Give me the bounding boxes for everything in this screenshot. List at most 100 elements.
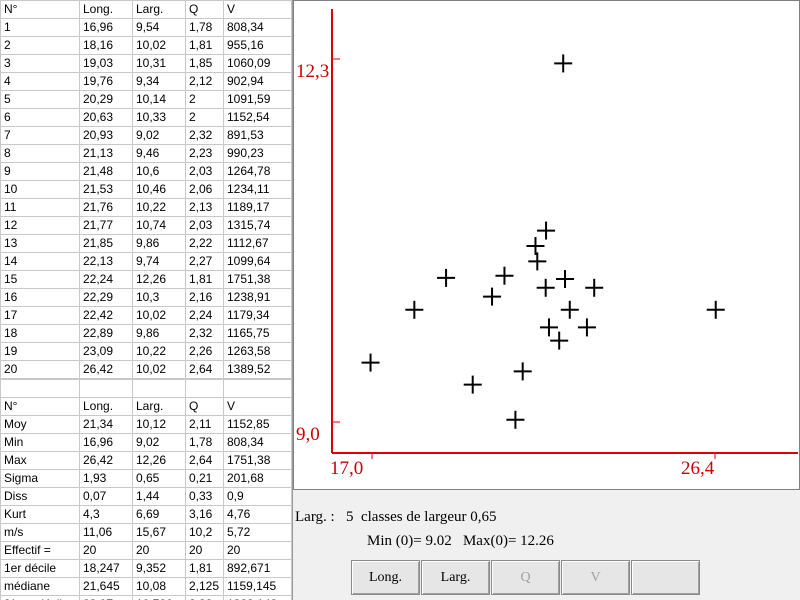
table-cell[interactable]: Effectif = [0, 541, 80, 560]
table-cell[interactable]: 9,86 [132, 234, 186, 253]
blank-button[interactable] [631, 560, 700, 595]
table-cell[interactable]: 9,02 [132, 433, 186, 452]
table-cell[interactable]: 10,46 [132, 180, 186, 199]
table-cell[interactable]: 10,02 [132, 306, 186, 325]
table-cell[interactable]: 1er décile [0, 559, 80, 578]
table-row[interactable]: 7 20,93 9,02 2,32 891,53 [0, 126, 292, 145]
table-row[interactable]: 2 18,16 10,02 1,81 955,16 [0, 36, 292, 55]
table-row[interactable]: 18 22,89 9,86 2,32 1165,75 [0, 324, 292, 343]
individuals-table[interactable]: N° Long. Larg. Q V 1 16,96 9,54 1,78 808,34 2 18,16… [0, 0, 292, 379]
table-cell[interactable]: 21,53 [79, 180, 133, 199]
long-button[interactable]: Long. [351, 560, 420, 595]
table-cell[interactable]: 2,64 [185, 360, 224, 379]
table-cell[interactable]: 1165,75 [223, 324, 292, 343]
table-cell[interactable]: 2,11 [185, 415, 224, 434]
table-cell[interactable]: 2,06 [185, 180, 224, 199]
table-cell[interactable]: 22,42 [79, 306, 133, 325]
table-cell[interactable]: 10,31 [132, 54, 186, 73]
table-cell[interactable]: 2 [185, 90, 224, 109]
table-cell[interactable]: 990,23 [223, 144, 292, 163]
table-cell[interactable]: 2,24 [185, 306, 224, 325]
table-row[interactable]: Kurt 4,3 6,69 3,16 4,76 [0, 505, 292, 524]
table-row[interactable]: 5 20,29 10,14 2 1091,59 [0, 90, 292, 109]
table-cell[interactable]: 10 [0, 180, 80, 199]
table-cell[interactable]: 892,671 [223, 559, 292, 578]
table-cell[interactable]: 3,16 [185, 505, 224, 524]
table-cell[interactable]: 0,9 [223, 487, 292, 506]
table-row[interactable]: Sigma 1,93 0,65 0,21 201,68 [0, 469, 292, 488]
table-cell[interactable]: 2 [0, 36, 80, 55]
table-cell[interactable]: médiane [0, 577, 80, 596]
table-cell[interactable]: 1159,145 [223, 577, 292, 596]
table-cell[interactable]: Diss [0, 487, 80, 506]
table-cell[interactable]: 20 [223, 541, 292, 560]
table-row[interactable]: 19 23,09 10,22 2,26 1263,58 [0, 342, 292, 361]
table-row[interactable]: 14 22,13 9,74 2,27 1099,64 [0, 252, 292, 271]
table-cell[interactable]: 12,26 [132, 451, 186, 470]
table-cell[interactable]: 9,352 [132, 559, 186, 578]
table-cell[interactable]: 16 [0, 288, 80, 307]
table-cell[interactable]: 19,76 [79, 72, 133, 91]
table-cell[interactable]: 21,77 [79, 216, 133, 235]
table-cell[interactable]: 0,33 [185, 487, 224, 506]
table-row[interactable]: 13 21,85 9,86 2,22 1112,67 [0, 234, 292, 253]
table-cell[interactable]: 26,42 [79, 360, 133, 379]
table-cell[interactable]: 18,16 [79, 36, 133, 55]
table-row[interactable]: 9ème décile23,0710,7262,321382,142 [0, 595, 292, 600]
table-row[interactable]: 12 21,77 10,74 2,03 1315,74 [0, 216, 292, 235]
table-cell[interactable]: 10,08 [132, 577, 186, 596]
table-cell[interactable]: 10,02 [132, 360, 186, 379]
larg-button[interactable]: Larg. [421, 560, 490, 595]
table-cell[interactable]: 0,65 [132, 469, 186, 488]
table-cell[interactable]: Sigma [0, 469, 80, 488]
table-cell[interactable]: 1238,91 [223, 288, 292, 307]
table-cell[interactable]: 10,14 [132, 90, 186, 109]
table-cell[interactable]: 18,247 [79, 559, 133, 578]
table-cell[interactable]: 1,78 [185, 18, 224, 37]
table-cell[interactable]: 1091,59 [223, 90, 292, 109]
table-cell[interactable]: 1179,34 [223, 306, 292, 325]
table-row[interactable]: 16 22,29 10,3 2,16 1238,91 [0, 288, 292, 307]
table-cell[interactable]: 1152,85 [223, 415, 292, 434]
table-cell[interactable]: 1263,58 [223, 342, 292, 361]
table-cell[interactable]: 14 [0, 252, 80, 271]
table-cell[interactable]: 20 [79, 541, 133, 560]
table-cell[interactable]: 2,27 [185, 252, 224, 271]
table-cell[interactable]: 4 [0, 72, 80, 91]
table-cell[interactable]: 2,23 [185, 144, 224, 163]
table-cell[interactable]: 9,02 [132, 126, 186, 145]
table-row[interactable]: Min 16,96 9,02 1,78 808,34 [0, 433, 292, 452]
table-cell[interactable]: 1751,38 [223, 270, 292, 289]
table-cell[interactable]: 19 [0, 342, 80, 361]
table-cell[interactable]: 20,63 [79, 108, 133, 127]
table-cell[interactable]: m/s [0, 523, 80, 542]
table-cell[interactable]: 12 [0, 216, 80, 235]
table-cell[interactable]: 0,07 [79, 487, 133, 506]
table-cell[interactable]: 6 [0, 108, 80, 127]
table-cell[interactable]: 1060,09 [223, 54, 292, 73]
table-cell[interactable]: 5 [0, 90, 80, 109]
table-cell[interactable]: Kurt [0, 505, 80, 524]
table-cell[interactable]: 0,21 [185, 469, 224, 488]
table-cell[interactable]: 1,85 [185, 54, 224, 73]
table-cell[interactable]: 9ème décile [0, 595, 80, 600]
table-cell[interactable]: 10,6 [132, 162, 186, 181]
table-cell[interactable]: Moy [0, 415, 80, 434]
table-cell[interactable]: 9,86 [132, 324, 186, 343]
table-cell[interactable]: 22,13 [79, 252, 133, 271]
table-cell[interactable]: 1,44 [132, 487, 186, 506]
table-cell[interactable]: 9,46 [132, 144, 186, 163]
table-cell[interactable]: 1,81 [185, 559, 224, 578]
table-cell[interactable]: 1751,38 [223, 451, 292, 470]
table-cell[interactable]: 6,69 [132, 505, 186, 524]
table-cell[interactable]: 2,64 [185, 451, 224, 470]
table-row[interactable]: Effectif = 20 20 20 20 [0, 541, 292, 560]
table-cell[interactable]: 16,96 [79, 433, 133, 452]
table-row[interactable]: 6 20,63 10,33 2 1152,54 [0, 108, 292, 127]
table-row[interactable]: Moy 21,34 10,12 2,11 1152,85 [0, 415, 292, 434]
table-cell[interactable]: 20,29 [79, 90, 133, 109]
table-cell[interactable]: 201,68 [223, 469, 292, 488]
table-cell[interactable]: 2,12 [185, 72, 224, 91]
table-cell[interactable]: 9,74 [132, 252, 186, 271]
table-cell[interactable]: 808,34 [223, 18, 292, 37]
